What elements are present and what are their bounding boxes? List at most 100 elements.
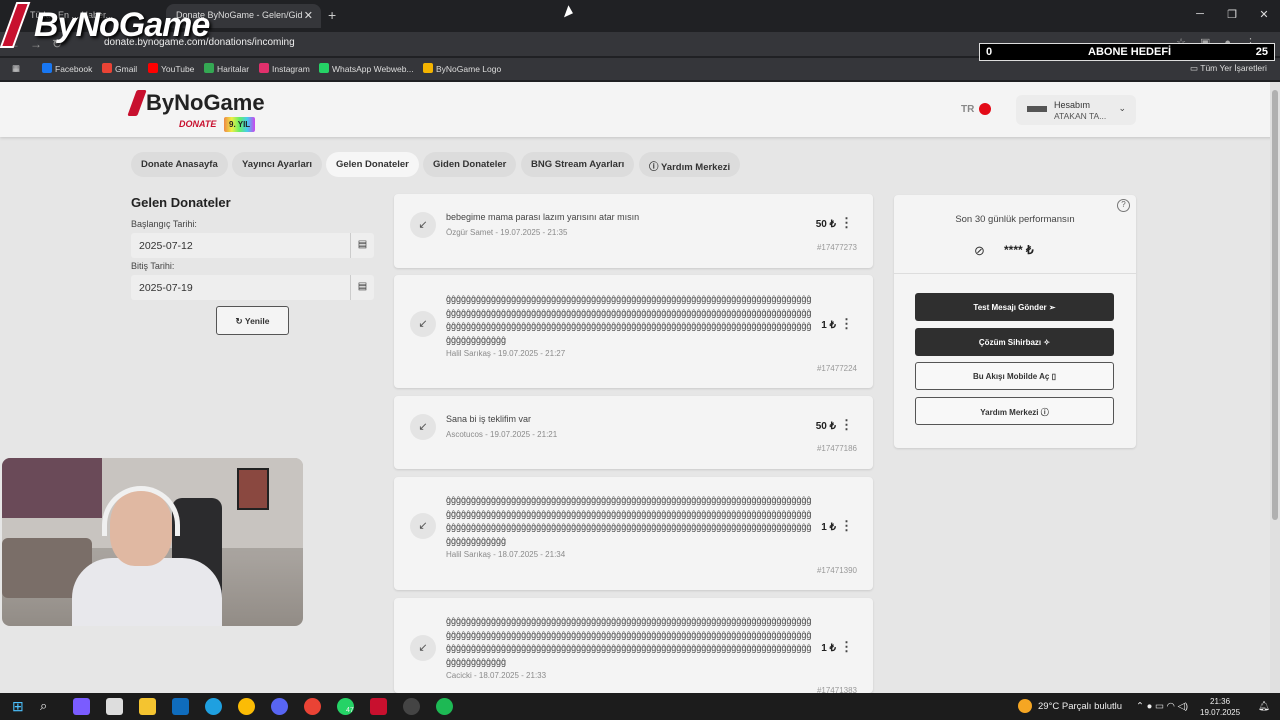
chrome-icon[interactable] xyxy=(238,698,255,715)
restore-icon[interactable]: ❐ xyxy=(1216,4,1248,21)
more-options-icon[interactable]: ⋮ xyxy=(840,316,853,332)
all-bookmarks[interactable]: ▭ Tüm Yer İşaretleri xyxy=(1190,63,1267,74)
calendar-icon[interactable]: ▤ xyxy=(350,275,374,300)
end-date-value: 2025-07-19 xyxy=(139,282,193,294)
avatar xyxy=(1027,106,1047,112)
turkey-flag-icon[interactable] xyxy=(979,103,991,115)
donation-id: #17477273 xyxy=(816,243,857,252)
window-controls: ─ ❐ ✕ xyxy=(1184,4,1280,21)
volume-icon[interactable]: ◁) xyxy=(1178,701,1188,712)
chrome-profile-icon[interactable] xyxy=(304,698,321,715)
whatsapp-icon xyxy=(319,63,329,73)
minimize-icon[interactable]: ─ xyxy=(1184,4,1216,21)
donation-id: #17471383 xyxy=(816,686,857,693)
help-icon[interactable]: ? xyxy=(1117,199,1130,212)
donation-meta: Özgür Samet - 19.07.2025 - 21:35 xyxy=(446,228,568,237)
goal-current: 0 xyxy=(986,46,993,58)
incoming-arrow-icon: ↙ xyxy=(410,311,436,337)
close-window-icon[interactable]: ✕ xyxy=(1248,4,1280,21)
eye-off-icon[interactable]: ⊘ xyxy=(974,243,985,259)
tab-outgoing-donations[interactable]: Giden Donateler xyxy=(423,152,517,177)
donation-amount: 50 ₺ xyxy=(815,421,836,432)
donation-card: ↙ ĝĝĝĝĝĝĝĝĝĝĝĝĝĝĝĝĝĝĝĝĝĝĝĝĝĝĝĝĝĝĝĝĝĝĝĝĝĝ… xyxy=(394,477,873,590)
bookmark-youtube[interactable]: YouTube xyxy=(148,63,194,74)
account-menu[interactable]: Hesabım ATAKAN TA... ⌄ xyxy=(1016,95,1136,125)
donation-card: ↙ bebegime mama parası lazım yarısını at… xyxy=(394,194,873,268)
bynogame-app-icon[interactable] xyxy=(370,698,387,715)
discord-icon[interactable] xyxy=(271,698,288,715)
donation-sender: Halil Sarıkaş xyxy=(446,349,491,358)
outlook-icon[interactable] xyxy=(172,698,189,715)
close-tab-icon[interactable]: ✕ xyxy=(304,9,313,22)
bookmark-gmail[interactable]: Gmail xyxy=(102,63,137,74)
donation-date: 19.07.2025 - 21:35 xyxy=(500,228,568,237)
tab-help-center[interactable]: ⓘ Yardım Merkezi xyxy=(639,152,741,177)
facebook-icon xyxy=(42,63,52,73)
donation-amount: 50 ₺ xyxy=(815,219,836,230)
send-test-message-button[interactable]: Test Mesajı Gönder ➢ xyxy=(915,293,1114,321)
button-label: Bu Akışı Mobilde Aç xyxy=(973,372,1050,381)
mic-icon[interactable]: ● xyxy=(1147,701,1153,712)
tab-incoming-donations[interactable]: Gelen Donateler xyxy=(326,152,419,177)
donation-meta: Cacicki - 18.07.2025 - 21:33 xyxy=(446,671,547,680)
wifi-icon[interactable]: ◠ xyxy=(1167,701,1175,712)
bookmark-whatsapp[interactable]: WhatsApp Webweb... xyxy=(319,63,414,74)
task-view-icon[interactable] xyxy=(106,698,123,715)
new-tab-button[interactable]: + xyxy=(328,7,336,23)
tab-donate-home[interactable]: Donate Anasayfa xyxy=(131,152,228,177)
open-on-mobile-button[interactable]: Bu Akışı Mobilde Aç ▯ xyxy=(915,362,1114,390)
scrollbar-thumb[interactable] xyxy=(1272,90,1278,520)
edge-icon[interactable] xyxy=(205,698,222,715)
overlay-logo-text: ByNoGame xyxy=(34,6,210,44)
page-scrollbar[interactable] xyxy=(1270,82,1280,693)
obs-icon[interactable] xyxy=(403,698,420,715)
clock[interactable]: 21:36 19.07.2025 xyxy=(1200,696,1240,718)
weather-text[interactable]: 29°C Parçalı bulutlu xyxy=(1038,701,1122,712)
end-date-field[interactable]: 2025-07-19 ▤ xyxy=(131,275,374,300)
copilot-icon[interactable] xyxy=(73,698,90,715)
whatsapp-badge: 47 xyxy=(346,707,354,714)
chevron-up-icon[interactable]: ⌃ xyxy=(1136,701,1144,712)
bookmark-label: YouTube xyxy=(161,64,195,74)
language-code[interactable]: TR xyxy=(961,104,974,115)
apps-icon[interactable]: ▦ xyxy=(12,63,20,74)
spotify-icon[interactable] xyxy=(436,698,453,715)
donation-id: #17477224 xyxy=(816,364,857,373)
start-date-value: 2025-07-12 xyxy=(139,240,193,252)
refresh-button[interactable]: ↻ Yenile xyxy=(216,306,289,335)
webcam-person-body xyxy=(72,558,222,626)
logo-slash-icon xyxy=(0,2,31,48)
donation-amount: 1 ₺ xyxy=(821,320,836,331)
bookmark-maps[interactable]: Haritalar xyxy=(204,63,249,74)
bookmark-bynogame[interactable]: ByNoGame Logo xyxy=(423,63,501,74)
bookmark-facebook[interactable]: Facebook xyxy=(42,63,92,74)
tab-bng-stream-settings[interactable]: BNG Stream Ayarları xyxy=(521,152,635,177)
start-date-field[interactable]: 2025-07-12 ▤ xyxy=(131,233,374,258)
weather-icon xyxy=(1018,699,1032,713)
brand-sub: DONATE xyxy=(179,119,217,129)
bookmark-label: Tüm Yer İşaretleri xyxy=(1200,63,1267,73)
donation-sender: Ascotucos xyxy=(446,430,483,439)
solution-wizard-button[interactable]: Çözüm Sihirbazı ✧ xyxy=(915,328,1114,356)
notification-icon[interactable]: 🔔︎ xyxy=(1258,701,1270,712)
more-options-icon[interactable]: ⋮ xyxy=(840,215,853,231)
network-icon[interactable]: ▭ xyxy=(1155,701,1164,712)
account-name: ATAKAN TA... xyxy=(1054,111,1107,121)
clock-date: 19.07.2025 xyxy=(1200,708,1241,717)
more-options-icon[interactable]: ⋮ xyxy=(840,639,853,655)
bookmark-instagram[interactable]: Instagram xyxy=(259,63,310,74)
windows-start-icon[interactable]: ⊞ xyxy=(12,698,29,715)
calendar-icon[interactable]: ▤ xyxy=(350,233,374,258)
brand-name: ByNoGame xyxy=(146,90,265,115)
file-explorer-icon[interactable] xyxy=(139,698,156,715)
more-options-icon[interactable]: ⋮ xyxy=(840,417,853,433)
donation-card: ↙ Sana bi iş teklifim var Ascotucos - 19… xyxy=(394,396,873,469)
maps-icon xyxy=(204,63,214,73)
tab-streamer-settings[interactable]: Yayıncı Ayarları xyxy=(232,152,323,177)
anniversary-badge: 9. YIL xyxy=(224,117,256,132)
button-label: Test Mesajı Gönder xyxy=(973,303,1047,312)
search-icon[interactable]: ⌕ xyxy=(40,698,57,715)
help-center-button[interactable]: Yardım Merkezi ⓘ xyxy=(915,397,1114,425)
donation-sender: Halil Sarıkaş xyxy=(446,550,491,559)
more-options-icon[interactable]: ⋮ xyxy=(840,518,853,534)
